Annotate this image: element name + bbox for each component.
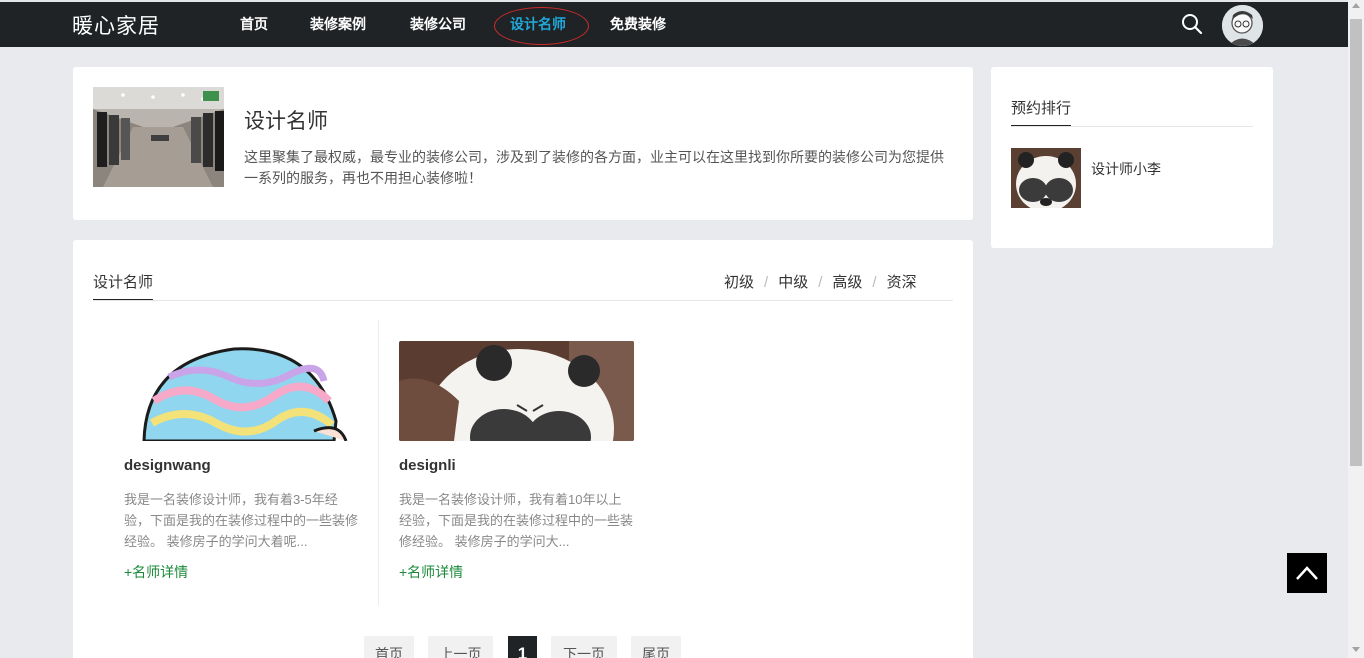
designer-bio: 我是一名装修设计师，我有着10年以上经验，下面是我的在装修过程中的一些装修经验。… bbox=[399, 492, 634, 549]
pagination-current-page[interactable]: 1 bbox=[508, 636, 537, 658]
filter-senior[interactable]: 高级 bbox=[832, 274, 862, 291]
user-avatar[interactable] bbox=[1222, 5, 1263, 46]
designer-card: designwang 我是一名装修设计师，我有着3-5年经验，下面是我的在装修过… bbox=[124, 341, 359, 582]
nav-item-free-decoration[interactable]: 免费装修 bbox=[610, 14, 666, 34]
back-to-top-button[interactable] bbox=[1287, 553, 1327, 593]
designer-photo[interactable] bbox=[399, 341, 634, 441]
scrollbar-thumb[interactable] bbox=[1350, 19, 1362, 466]
nav-item-companies[interactable]: 装修公司 bbox=[410, 14, 466, 34]
site-logo[interactable]: 暖心家居 bbox=[72, 10, 160, 40]
level-filter: 初级 / 中级 / 高级 / 资深 bbox=[724, 271, 917, 292]
designer-name[interactable]: designwang bbox=[124, 457, 359, 474]
filter-expert[interactable]: 资深 bbox=[887, 274, 917, 291]
tab-booking-ranking[interactable]: 预约排行 bbox=[1011, 97, 1072, 127]
booking-ranking-card: 预约排行 设计师小李 bbox=[991, 67, 1273, 248]
divider bbox=[93, 300, 953, 301]
active-nav-highlight-ring bbox=[494, 7, 589, 45]
search-icon[interactable] bbox=[1180, 12, 1204, 36]
pagination-first[interactable]: 首页 bbox=[364, 636, 414, 658]
scroll-down-arrow-icon[interactable] bbox=[1352, 647, 1360, 652]
showroom-image bbox=[93, 87, 224, 187]
designer-photo[interactable] bbox=[124, 341, 359, 441]
column-divider bbox=[378, 320, 379, 605]
designer-details-link[interactable]: +名师详情 bbox=[124, 562, 188, 582]
designer-thumbnail[interactable] bbox=[1011, 148, 1081, 208]
tab-designers[interactable]: 设计名师 bbox=[93, 271, 154, 301]
designer-name[interactable]: designli bbox=[399, 457, 634, 474]
divider bbox=[1011, 126, 1253, 127]
intro-card: 设计名师 这里聚集了最权威，最专业的装修公司，涉及到了装修的各方面，业主可以在这… bbox=[73, 67, 973, 220]
top-nav-bar: 暖心家居 首页 装修案例 装修公司 设计名师 免费装修 bbox=[0, 0, 1348, 47]
chevron-up-icon bbox=[1296, 566, 1318, 580]
page-scrollbar[interactable] bbox=[1348, 0, 1364, 658]
designer-bio: 我是一名装修设计师，我有着3-5年经验，下面是我的在装修过程中的一些装修经验。 … bbox=[124, 492, 359, 549]
filter-separator: / bbox=[872, 274, 877, 291]
filter-junior[interactable]: 初级 bbox=[724, 274, 754, 291]
pagination-last[interactable]: 尾页 bbox=[631, 636, 681, 658]
designer-list-card: 设计名师 初级 / 中级 / 高级 / 资深 designwang 我是一名装修设计师，我有… bbox=[73, 240, 973, 658]
page-title: 设计名师 bbox=[244, 110, 328, 133]
ranked-designer-name[interactable]: 设计师小李 bbox=[1091, 159, 1161, 179]
pagination-next[interactable]: 下一页 bbox=[551, 636, 617, 658]
designer-card: designli 我是一名装修设计师，我有着10年以上经验，下面是我的在装修过程… bbox=[399, 341, 634, 582]
filter-separator: / bbox=[764, 274, 769, 291]
nav-item-home[interactable]: 首页 bbox=[240, 14, 268, 34]
page-description: 这里聚集了最权威，最专业的装修公司，涉及到了装修的各方面，业主可以在这里找到你所… bbox=[244, 149, 944, 186]
filter-separator: / bbox=[818, 274, 823, 291]
scroll-up-arrow-icon[interactable] bbox=[1352, 3, 1360, 8]
filter-intermediate[interactable]: 中级 bbox=[778, 274, 808, 291]
nav-item-cases[interactable]: 装修案例 bbox=[310, 14, 366, 34]
designer-details-link[interactable]: +名师详情 bbox=[399, 562, 463, 582]
pagination-prev[interactable]: 上一页 bbox=[428, 636, 493, 658]
